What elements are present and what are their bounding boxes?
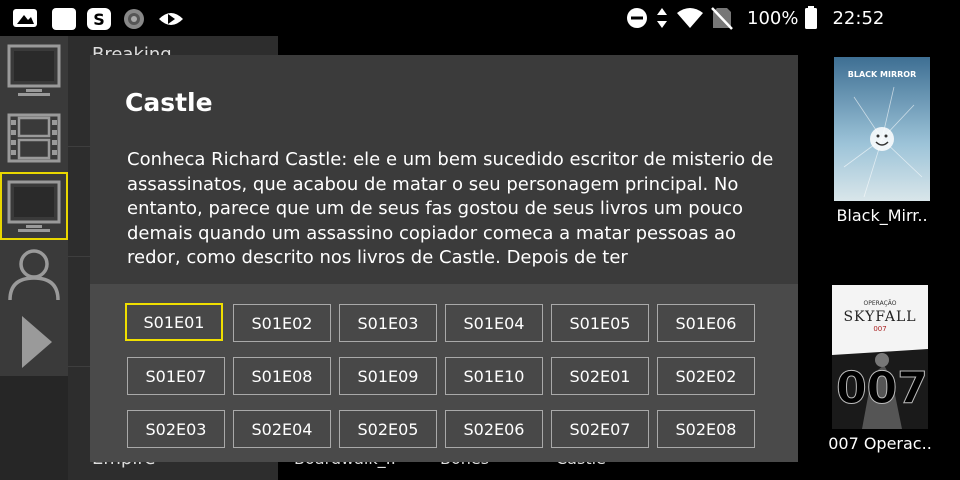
episode-button[interactable]: S01E02 [233,304,331,342]
data-arrows-icon [657,8,667,28]
tv-icon [7,44,61,96]
episode-button[interactable]: S01E06 [657,304,755,342]
poster-label[interactable]: 007 Operac.. [824,434,936,453]
poster-art-subtitle: OPERAÇÃO [864,300,897,307]
tv-series-icon [7,180,61,232]
navigation-rail [0,36,68,376]
poster-art-title: SKYFALL [843,309,916,325]
poster-black-mirror[interactable]: BLACK MIRROR [834,57,930,201]
rail-item-tv-series[interactable] [0,172,68,240]
do-not-disturb-icon [627,8,647,28]
episode-button[interactable]: S01E09 [339,357,437,395]
episode-button[interactable]: S01E07 [127,357,225,395]
poster-art-number: 007 [873,325,886,333]
rail-bottom-area [0,376,68,480]
episode-button[interactable]: S02E07 [551,410,649,448]
episode-button[interactable]: S01E04 [445,304,543,342]
dialog-title: Castle [125,88,213,117]
episode-button[interactable]: S01E10 [445,357,543,395]
episode-grid: S01E01 S01E02 S01E03 S01E04 S01E05 S01E0… [90,284,798,462]
episode-button[interactable]: S02E01 [551,357,649,395]
user-icon [8,249,60,301]
episode-button[interactable]: S02E04 [233,410,331,448]
clock: 22:52 [832,7,885,29]
gallery-icon [13,9,37,27]
svg-text:S: S [93,10,105,29]
skype-icon: S [87,8,111,30]
rail-item-tv[interactable] [0,36,68,104]
status-bar: S 100% 22:52 [0,0,960,36]
episode-button[interactable]: S02E08 [657,410,755,448]
film-icon [7,113,61,163]
poster-skyfall[interactable]: OPERAÇÃO SKYFALL 007 007 [832,285,928,429]
poster-image: OPERAÇÃO SKYFALL 007 007 [832,285,928,429]
wifi-icon [677,8,703,28]
series-detail-dialog: Castle Conheca Richard Castle: ele e um … [90,55,798,462]
battery-icon [805,6,818,29]
rail-item-film[interactable] [0,104,68,172]
dialog-description: Conheca Richard Castle: ele e um bem suc… [127,149,774,268]
episode-button[interactable]: S02E03 [127,410,225,448]
no-sim-icon [711,7,733,30]
play-arrow-icon [22,316,52,368]
episode-button[interactable]: S02E06 [445,410,543,448]
episode-button[interactable]: S01E03 [339,304,437,342]
episode-button[interactable]: S02E02 [657,357,755,395]
rail-item-play[interactable] [0,308,68,376]
episode-button[interactable]: S01E05 [551,304,649,342]
poster-art-text: BLACK MIRROR [848,70,916,79]
square-app-icon [52,8,76,30]
battery-percent: 100% [747,7,799,29]
rail-item-user[interactable] [0,240,68,308]
poster-image: BLACK MIRROR [834,57,930,201]
poster-label[interactable]: Black_Mirr.. [826,206,938,225]
episode-button[interactable]: S01E08 [233,357,331,395]
poster-art-number-large: 007 [836,363,928,414]
episode-button[interactable]: S01E01 [125,303,223,341]
play-app-icon [159,13,183,25]
episode-button[interactable]: S02E05 [339,410,437,448]
radio-icon [124,9,144,29]
